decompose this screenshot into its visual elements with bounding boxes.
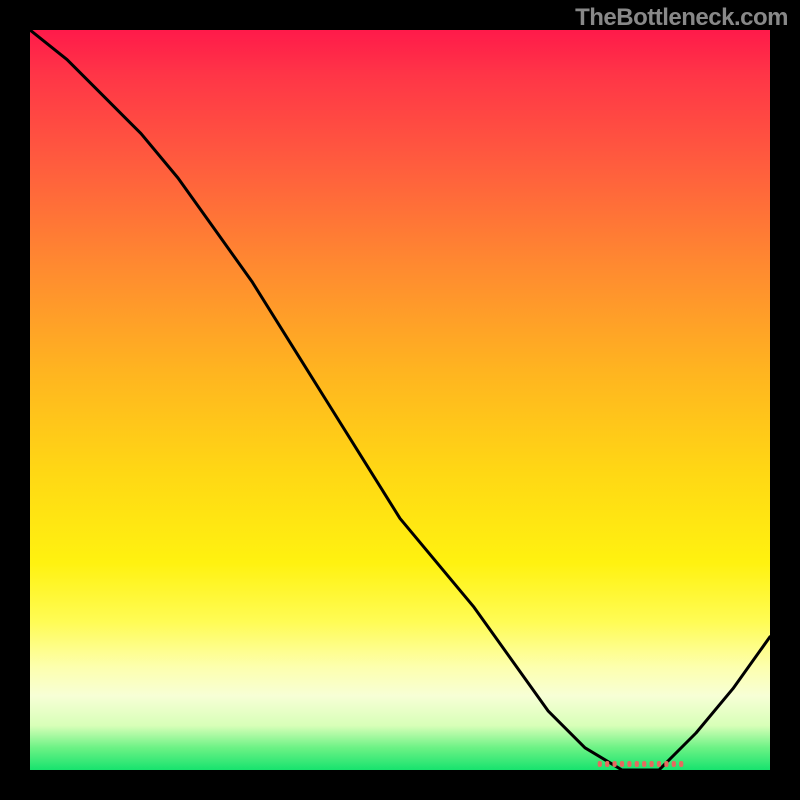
watermark-text: TheBottleneck.com: [575, 4, 788, 32]
plot-area: [30, 30, 770, 770]
curve-path: [30, 30, 770, 770]
chart-container: TheBottleneck.com: [0, 0, 800, 800]
bottleneck-curve: [30, 30, 770, 770]
